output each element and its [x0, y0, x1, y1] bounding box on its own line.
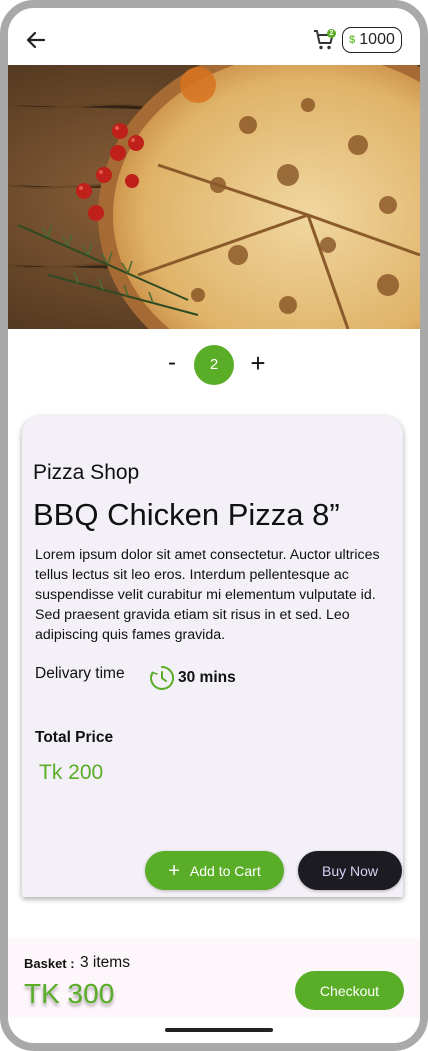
plus-icon: + — [168, 859, 180, 882]
delivery-time-value: 30 mins — [178, 669, 236, 686]
product-image — [8, 65, 420, 329]
buy-now-button[interactable]: Buy Now — [298, 851, 402, 890]
basket-total: TK 300 — [24, 978, 115, 1009]
basket-summary-bar: Basket : 3 items TK 300 Checkout — [8, 938, 420, 1018]
basket-label: Basket : — [24, 956, 75, 971]
clock-icon — [150, 666, 174, 690]
total-price-value: Tk 200 — [39, 761, 104, 784]
back-button[interactable] — [24, 28, 48, 52]
app-header: 2 $ 1000 — [8, 8, 420, 65]
buy-now-label: Buy Now — [321, 862, 379, 879]
quantity-value: 2 — [194, 345, 234, 385]
decrease-quantity-button[interactable]: - — [160, 351, 184, 379]
product-details-card: Pizza Shop BBQ Chicken Pizza 8” Lorem ip… — [22, 416, 403, 897]
increase-quantity-button[interactable]: + — [246, 350, 270, 379]
total-price-label: Total Price — [35, 729, 114, 746]
coin-icon: $ — [349, 34, 356, 46]
checkout-label: Checkout — [319, 982, 380, 999]
cart-count-badge: 2 — [327, 29, 336, 38]
coin-balance: 1000 — [359, 31, 395, 48]
shop-name: Pizza Shop — [33, 461, 140, 484]
quantity-stepper: - 2 + — [8, 345, 420, 385]
phone-frame: 2 $ 1000 - 2 + Pizza Shop BBQ Chicken Pi… — [0, 0, 428, 1051]
delivery-time-label: Delivary time — [35, 665, 125, 682]
checkout-button[interactable]: Checkout — [295, 971, 404, 1010]
home-indicator[interactable] — [165, 1028, 273, 1032]
arrow-left-icon — [26, 31, 46, 49]
product-description: Lorem ipsum dolor sit amet consectetur. … — [35, 547, 380, 643]
add-to-cart-label: Add to Cart — [189, 862, 261, 879]
add-to-cart-button[interactable]: + Add to Cart — [145, 851, 284, 890]
coin-balance-pill[interactable]: $ 1000 — [342, 27, 402, 53]
basket-item-count: 3 items — [80, 954, 130, 971]
product-title: BBQ Chicken Pizza 8” — [33, 497, 340, 532]
